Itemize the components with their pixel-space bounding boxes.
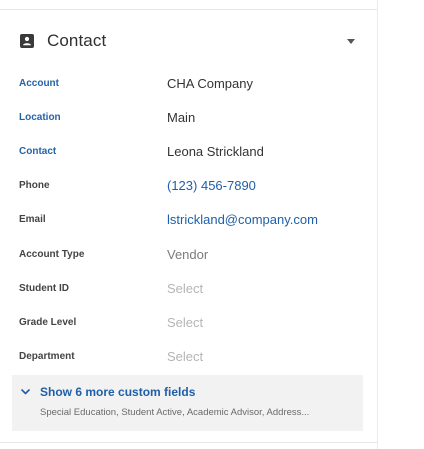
field-value[interactable]: CHA Company — [167, 76, 253, 91]
field-row-phone: Phone (123) 456-7890 — [0, 177, 378, 197]
field-label[interactable]: Account — [19, 78, 59, 89]
field-label[interactable]: Contact — [19, 146, 56, 157]
field-row-contact: Contact Leona Strickland — [0, 143, 378, 163]
top-divider — [0, 9, 378, 10]
grade-level-select[interactable]: Select — [167, 315, 203, 330]
field-row-location: Location Main — [0, 109, 378, 129]
email-link[interactable]: lstrickland@company.com — [167, 212, 318, 227]
field-row-account: Account CHA Company — [0, 75, 378, 95]
section-header[interactable]: Contact — [0, 28, 378, 58]
contact-panel: Contact Account CHA Company Location Mai… — [0, 0, 378, 449]
panel-edge — [377, 0, 378, 449]
show-more-fields-button[interactable]: Show 6 more custom fields Special Educat… — [12, 375, 363, 431]
chevron-down-icon — [21, 389, 30, 395]
field-label: Student ID — [19, 283, 69, 294]
section-title: Contact — [47, 31, 107, 50]
more-fields-summary: Special Education, Student Active, Acade… — [40, 407, 310, 418]
field-row-student-id: Student ID Select — [0, 280, 378, 300]
show-more-fields-label: Show 6 more custom fields — [40, 385, 196, 399]
field-row-email: Email lstrickland@company.com — [0, 211, 378, 231]
field-value[interactable]: Vendor — [167, 247, 208, 262]
student-id-select[interactable]: Select — [167, 281, 203, 296]
field-row-department: Department Select — [0, 348, 378, 368]
caret-down-icon[interactable] — [347, 39, 355, 44]
field-value[interactable]: Leona Strickland — [167, 144, 264, 159]
field-value[interactable]: Main — [167, 110, 195, 125]
department-select[interactable]: Select — [167, 349, 203, 364]
field-label[interactable]: Location — [19, 112, 61, 123]
field-row-account-type: Account Type Vendor — [0, 246, 378, 266]
bottom-divider — [0, 442, 378, 443]
contact-card-icon — [20, 34, 34, 48]
phone-link[interactable]: (123) 456-7890 — [167, 178, 256, 193]
field-label: Email — [19, 214, 46, 225]
field-label: Department — [19, 351, 75, 362]
field-label: Grade Level — [19, 317, 77, 328]
field-label: Account Type — [19, 249, 85, 260]
field-row-grade-level: Grade Level Select — [0, 314, 378, 334]
field-label: Phone — [19, 180, 50, 191]
